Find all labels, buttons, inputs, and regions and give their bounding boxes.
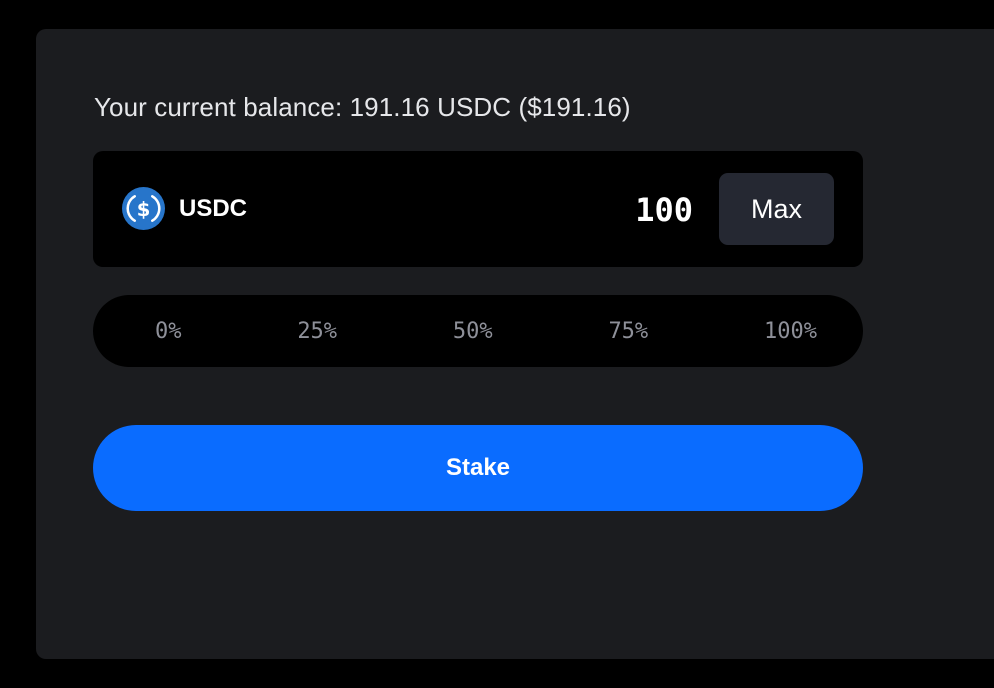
token-selector: $ USDC bbox=[122, 187, 247, 230]
percentage-selector: 0% 25% 50% 75% 100% bbox=[93, 295, 863, 367]
svg-text:$: $ bbox=[137, 198, 151, 221]
percent-0-option[interactable]: 0% bbox=[155, 319, 182, 344]
percent-100-option[interactable]: 100% bbox=[764, 319, 817, 344]
percent-25-option[interactable]: 25% bbox=[297, 319, 337, 344]
usdc-dollar-icon: $ bbox=[122, 187, 165, 230]
amount-input-container: $ USDC Max bbox=[93, 151, 863, 267]
stake-button[interactable]: Stake bbox=[93, 425, 863, 511]
max-button[interactable]: Max bbox=[719, 173, 834, 245]
current-balance-text: Your current balance: 191.16 USDC ($191.… bbox=[94, 92, 631, 122]
token-symbol: USDC bbox=[179, 194, 248, 222]
amount-input[interactable] bbox=[473, 189, 693, 231]
percent-75-option[interactable]: 75% bbox=[608, 319, 648, 344]
percent-50-option[interactable]: 50% bbox=[453, 319, 493, 344]
